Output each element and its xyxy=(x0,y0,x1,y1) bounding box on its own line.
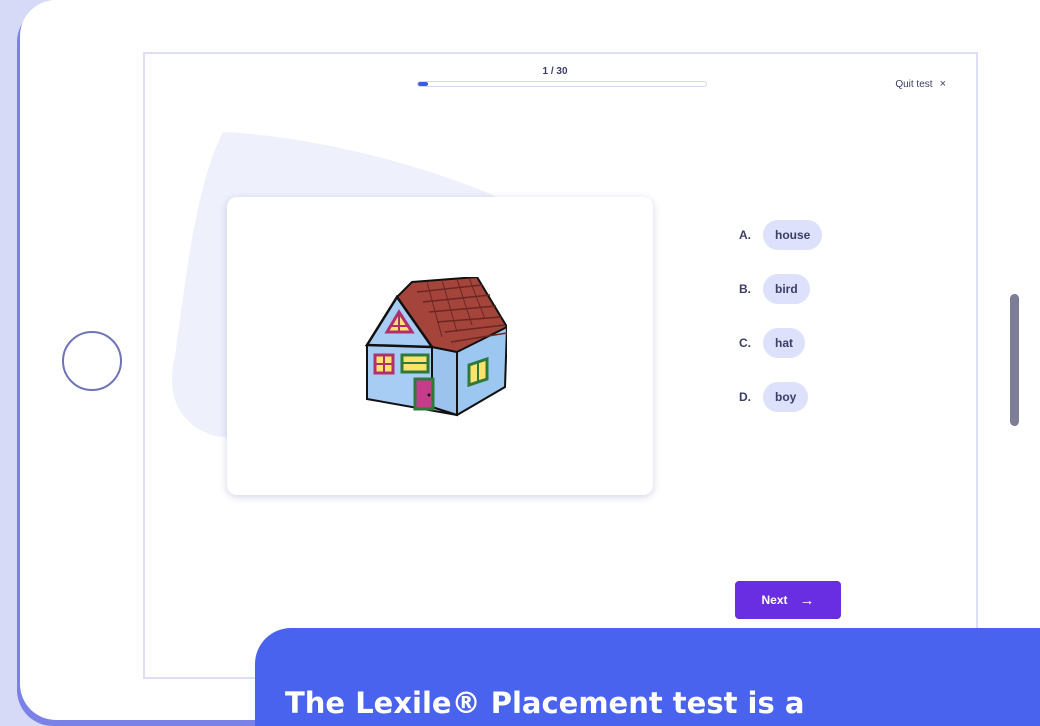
option-word[interactable]: bird xyxy=(763,274,810,304)
close-icon: × xyxy=(939,78,946,90)
home-button[interactable] xyxy=(62,331,122,391)
answer-options: A. house B. bird C. hat D. boy xyxy=(739,220,823,436)
promo-banner: The Lexile® Placement test is a xyxy=(255,628,1040,726)
progress-label: 1 / 30 xyxy=(542,66,568,77)
option-letter: B. xyxy=(739,282,751,296)
option-word[interactable]: boy xyxy=(763,382,809,412)
test-screen: 1 / 30 Quit test × A. house B. bird C. h… xyxy=(143,52,978,679)
option-letter: D. xyxy=(739,390,751,404)
progress-fill xyxy=(418,82,428,86)
arrow-right-icon: → xyxy=(799,591,815,609)
option-word[interactable]: hat xyxy=(763,328,805,358)
question-image-card xyxy=(227,197,653,495)
option-d[interactable]: D. boy xyxy=(739,382,822,412)
stage: 1 / 30 Quit test × A. house B. bird C. h… xyxy=(0,0,1040,726)
option-word[interactable]: house xyxy=(763,220,823,250)
quit-test-button[interactable]: Quit test × xyxy=(895,78,946,90)
option-letter: C. xyxy=(739,336,751,350)
option-a[interactable]: A. house xyxy=(739,220,823,250)
next-label: Next xyxy=(761,593,788,607)
progress-bar xyxy=(417,81,707,87)
option-b[interactable]: B. bird xyxy=(739,274,822,304)
quit-test-label: Quit test xyxy=(895,78,933,90)
next-button[interactable]: Next → xyxy=(735,581,841,619)
house-illustration xyxy=(364,277,507,417)
option-letter: A. xyxy=(739,228,751,242)
option-c[interactable]: C. hat xyxy=(739,328,822,358)
tablet-side-button xyxy=(1010,294,1019,426)
banner-text: The Lexile® Placement test is a xyxy=(285,686,805,720)
